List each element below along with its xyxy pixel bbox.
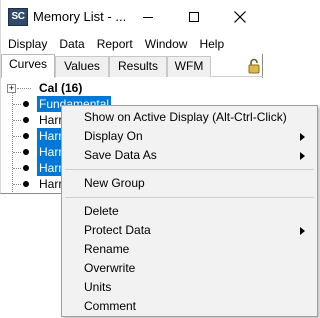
menu-item-comment[interactable]: Comment [64, 297, 315, 316]
app-logo-icon[interactable]: SC [8, 8, 28, 26]
menu-window[interactable]: Window [140, 37, 193, 51]
submenu-arrow-icon [300, 227, 305, 235]
curve-bullet-icon [23, 101, 29, 107]
menu-separator [65, 169, 314, 170]
menu-item-new-group[interactable]: New Group [64, 174, 315, 193]
menu-item-rename[interactable]: Rename [64, 240, 315, 259]
tree-connector [13, 152, 21, 153]
curve-bullet-icon [23, 181, 29, 187]
menu-display[interactable]: Display [1, 37, 52, 51]
tab-wfm[interactable]: WFM [167, 56, 211, 77]
submenu-arrow-icon [300, 152, 305, 160]
tree-connector [13, 136, 21, 137]
menu-item-show-on-active-display[interactable]: Show on Active Display (Alt-Ctrl-Click) [64, 108, 315, 127]
menu-report[interactable]: Report [92, 37, 138, 51]
curve-bullet-icon [23, 149, 29, 155]
menu-separator [65, 197, 314, 198]
curve-bullet-icon [23, 117, 29, 123]
menu-item-label: Save Data As [84, 148, 157, 162]
tree-connector [17, 88, 31, 89]
tab-values[interactable]: Values [55, 56, 109, 77]
maximize-icon [189, 12, 199, 22]
tree-root-label[interactable]: Cal (16) [37, 80, 84, 96]
menu-item-overwrite[interactable]: Overwrite [64, 259, 315, 278]
minimize-icon [143, 17, 153, 18]
menu-item-display-on[interactable]: Display On [64, 127, 315, 146]
tree-connector [13, 104, 21, 105]
context-menu: Show on Active Display (Alt-Ctrl-Click) … [61, 105, 318, 317]
menu-help[interactable]: Help [194, 37, 229, 51]
tree-root-row[interactable]: + Cal (16) [1, 80, 263, 96]
curve-bullet-icon [23, 133, 29, 139]
tree-connector [13, 184, 21, 185]
tree-connector [13, 120, 21, 121]
minimize-button[interactable] [125, 0, 171, 34]
window-title: Memory List - ... [33, 9, 127, 24]
menu-data[interactable]: Data [54, 37, 89, 51]
maximize-button[interactable] [171, 0, 217, 34]
menu-item-protect-data[interactable]: Protect Data [64, 221, 315, 240]
tree-connector [13, 168, 21, 169]
tab-curves[interactable]: Curves [1, 54, 55, 78]
menu-item-label: Protect Data [84, 223, 151, 237]
title-bar[interactable]: SC Memory List - ... [1, 0, 263, 34]
menu-item-label: Display On [84, 129, 143, 143]
tab-results[interactable]: Results [109, 56, 167, 77]
menu-item-delete[interactable]: Delete [64, 202, 315, 221]
curve-bullet-icon [23, 165, 29, 171]
menu-item-save-data-as[interactable]: Save Data As [64, 146, 315, 165]
tab-strip: Curves Values Results WFM [1, 54, 263, 78]
close-button[interactable] [217, 0, 263, 34]
menu-item-units[interactable]: Units [64, 278, 315, 297]
lock-icon[interactable] [247, 58, 261, 74]
close-icon [234, 11, 246, 23]
menu-bar: Display Data Report Window Help [1, 34, 263, 54]
submenu-arrow-icon [300, 133, 305, 141]
